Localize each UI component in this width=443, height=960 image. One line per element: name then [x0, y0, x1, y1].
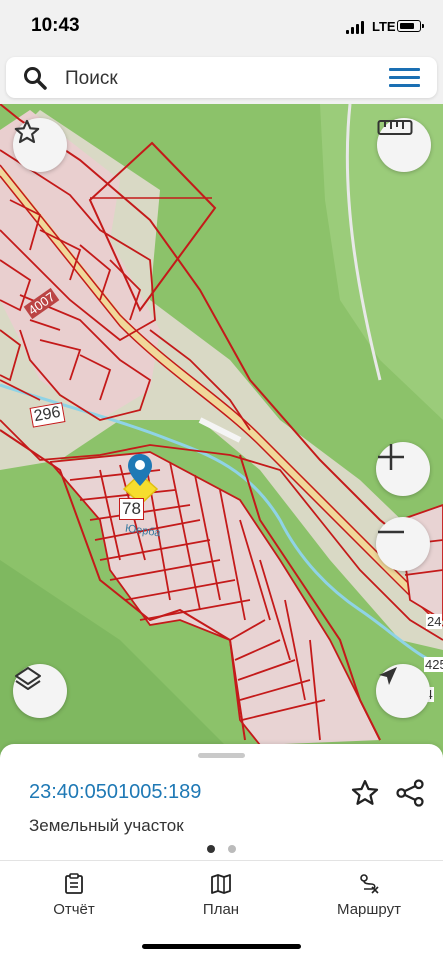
navigation-arrow-icon — [379, 667, 397, 685]
map-icon — [211, 874, 231, 894]
ruler-button[interactable] — [377, 118, 431, 172]
zoom-out-button[interactable] — [376, 517, 430, 571]
page-dot — [228, 845, 236, 853]
map-canvas[interactable] — [0, 104, 443, 760]
zoom-in-button[interactable] — [376, 442, 430, 496]
battery-icon — [397, 20, 424, 32]
layers-icon — [15, 667, 41, 690]
star-icon[interactable] — [350, 778, 380, 808]
nav-route-label: Маршрут — [337, 901, 401, 918]
map-label: 24 — [426, 614, 443, 629]
minus-icon — [378, 530, 404, 534]
search-bar[interactable]: Поиск — [6, 57, 437, 98]
map-view[interactable]: 4007 296 78 Юерба 424 425 24 — [0, 104, 443, 760]
sheet-handle[interactable] — [198, 753, 245, 758]
locate-button[interactable] — [376, 664, 430, 718]
plus-icon — [378, 444, 404, 470]
network-type: LTE — [372, 19, 396, 34]
ruler-icon — [377, 120, 413, 135]
property-type: Земельный участок — [29, 816, 184, 835]
nav-plan[interactable]: План — [196, 873, 246, 918]
nav-plan-label: План — [202, 901, 240, 918]
cadastral-number[interactable]: 23:40:0501005:189 — [29, 781, 201, 804]
page-dot-active — [207, 845, 215, 853]
map-label: 78 — [119, 498, 144, 520]
nav-route[interactable]: Маршрут — [333, 873, 405, 918]
layers-button[interactable] — [13, 664, 67, 718]
route-icon — [360, 874, 379, 894]
search-input[interactable]: Поиск — [65, 68, 118, 90]
status-bar: 10:43 LTE — [0, 0, 443, 52]
menu-icon[interactable] — [389, 68, 420, 88]
map-label: 425 — [424, 657, 443, 672]
nav-report[interactable]: Отчёт — [48, 873, 100, 918]
parcel-info-sheet[interactable]: 23:40:0501005:189 Земельный участок — [0, 744, 443, 860]
search-icon — [24, 67, 47, 90]
status-time: 10:43 — [31, 15, 80, 36]
favorite-button[interactable] — [13, 118, 67, 172]
report-icon — [65, 873, 83, 894]
signal-icon — [346, 20, 366, 34]
share-icon[interactable] — [395, 778, 425, 808]
location-pin-icon[interactable] — [128, 454, 152, 486]
nav-report-label: Отчёт — [53, 901, 95, 918]
home-indicator — [142, 944, 301, 949]
star-icon — [14, 119, 40, 144]
